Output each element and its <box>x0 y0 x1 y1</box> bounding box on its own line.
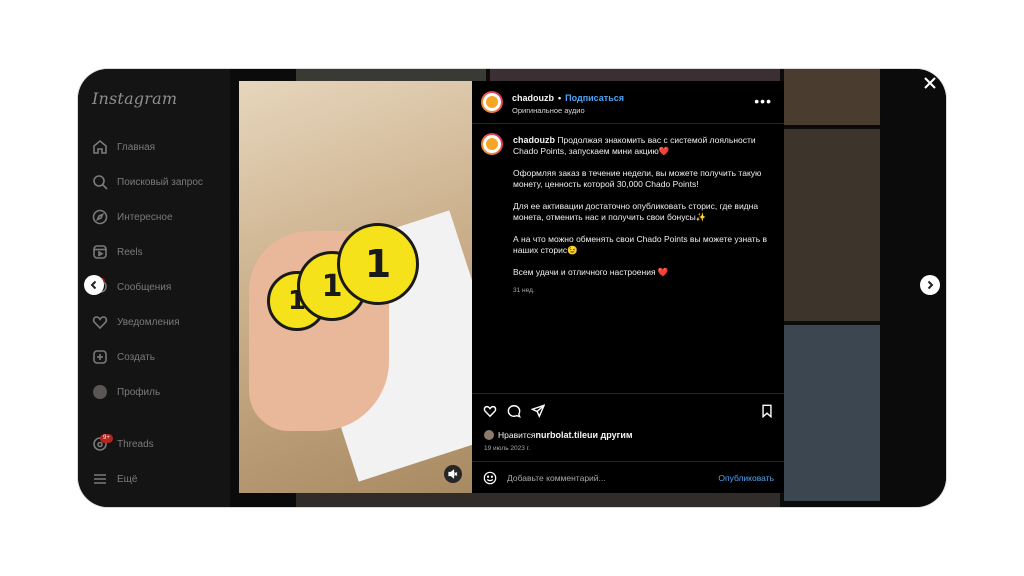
publish-button[interactable]: Опубликовать <box>718 473 774 483</box>
sidebar-item-search[interactable]: Поисковый запрос <box>92 172 203 192</box>
sidebar-item-label: Главная <box>117 141 156 153</box>
likes-username[interactable]: nurbolat.tileu <box>536 430 593 440</box>
sidebar-item-explore[interactable]: Интересное <box>92 207 173 227</box>
like-heart-icon[interactable] <box>483 404 497 418</box>
likes-summary[interactable]: Нравится nurbolat.tileu и другим <box>484 430 633 440</box>
likes-prefix: Нравится <box>498 430 536 440</box>
author-username[interactable]: chadouzb <box>512 93 554 103</box>
separator-dot: • <box>558 93 562 103</box>
post-caption: chadouzb Продолжая знакомить вас с систе… <box>513 135 775 296</box>
threads-icon: 9+ <box>92 434 113 452</box>
previous-post-button[interactable] <box>84 275 104 295</box>
caption-paragraph: Оформляя заказ в течение недели, вы може… <box>513 168 764 189</box>
instagram-logo[interactable]: Instagram <box>92 89 177 108</box>
caption-timestamp: 31 нед. <box>513 287 535 294</box>
author-avatar[interactable] <box>481 91 503 113</box>
audio-label[interactable]: Оригинальное аудио <box>512 106 585 115</box>
more-options-icon[interactable]: ••• <box>754 93 772 109</box>
comment-input[interactable]: Добавьте комментарий... <box>507 473 606 483</box>
sidebar-item-notifications[interactable]: Уведомления <box>92 312 180 332</box>
sidebar-item-label: Уведомления <box>117 316 180 328</box>
comment-bar: Добавьте комментарий... Опубликовать <box>472 461 784 494</box>
menu-icon <box>92 471 108 487</box>
threads-badge: 9+ <box>100 434 113 443</box>
avatar <box>92 384 108 400</box>
sidebar-item-reels[interactable]: Reels <box>92 242 143 262</box>
post-details-panel: chadouzb • Подписаться Оригинальное ауди… <box>472 81 784 493</box>
sidebar-item-label: Создать <box>117 351 156 363</box>
compass-icon <box>92 209 108 225</box>
likes-suffix: и другим <box>592 430 633 440</box>
sidebar-item-label: Поисковый запрос <box>117 176 203 188</box>
post-video[interactable]: 1 1 1 <box>239 81 472 493</box>
instagram-post-modal: Instagram Главная Поисковый запрос Интер… <box>78 69 946 507</box>
background-tile <box>296 493 780 507</box>
sidebar-item-home[interactable]: Главная <box>92 137 155 157</box>
caption-paragraph: Всем удачи и отличного настроения ❤️ <box>513 267 669 277</box>
sidebar-item-label: Ещё <box>117 473 138 485</box>
caption-paragraph: А на что можно обменять свои Chado Point… <box>513 234 770 255</box>
background-tile <box>784 69 880 125</box>
close-icon <box>924 77 936 89</box>
post-date: 19 июль 2023 г. <box>484 445 531 452</box>
close-button[interactable] <box>922 75 938 91</box>
sidebar-item-label: Reels <box>117 246 143 258</box>
sidebar-item-label: Профиль <box>117 386 161 398</box>
follow-button[interactable]: Подписаться <box>565 93 624 103</box>
caption-username[interactable]: chadouzb <box>513 135 555 145</box>
sidebar-item-profile[interactable]: Профиль <box>92 382 160 402</box>
mute-button[interactable] <box>444 465 462 483</box>
sidebar-item-label: Threads <box>117 438 154 450</box>
heart-icon <box>92 314 108 330</box>
bookmark-icon[interactable] <box>760 404 774 419</box>
sidebar-item-create[interactable]: Создать <box>92 347 155 367</box>
sidebar-item-label: Интересное <box>117 211 173 223</box>
caption-paragraph: Для ее активации достаточно опубликовать… <box>513 201 761 222</box>
reels-icon <box>92 244 108 260</box>
sidebar-item-more[interactable]: Ещё <box>92 469 137 489</box>
caption-author-avatar[interactable] <box>481 133 503 155</box>
chevron-left-icon <box>90 280 97 290</box>
post-header: chadouzb • Подписаться Оригинальное ауди… <box>472 81 784 124</box>
comment-icon[interactable] <box>507 404 521 418</box>
sidebar-item-messages[interactable]: Сообщения <box>92 277 171 297</box>
share-send-icon[interactable] <box>530 404 546 418</box>
coin-image: 1 <box>337 223 419 305</box>
chevron-right-icon <box>927 280 934 290</box>
emoji-icon[interactable] <box>483 471 497 485</box>
home-icon <box>92 139 108 155</box>
background-tile <box>784 129 880 321</box>
next-post-button[interactable] <box>920 275 940 295</box>
plus-square-icon <box>92 349 108 365</box>
post-dialog: 1 1 1 chadouzb • Подписаться Оригинально… <box>239 81 784 493</box>
background-tile <box>784 325 880 501</box>
volume-off-icon <box>448 469 458 479</box>
sidebar-item-label: Сообщения <box>117 281 172 293</box>
search-icon <box>92 174 108 190</box>
liker-avatar <box>484 430 494 440</box>
sidebar-item-threads[interactable]: 9+ Threads <box>92 434 154 454</box>
